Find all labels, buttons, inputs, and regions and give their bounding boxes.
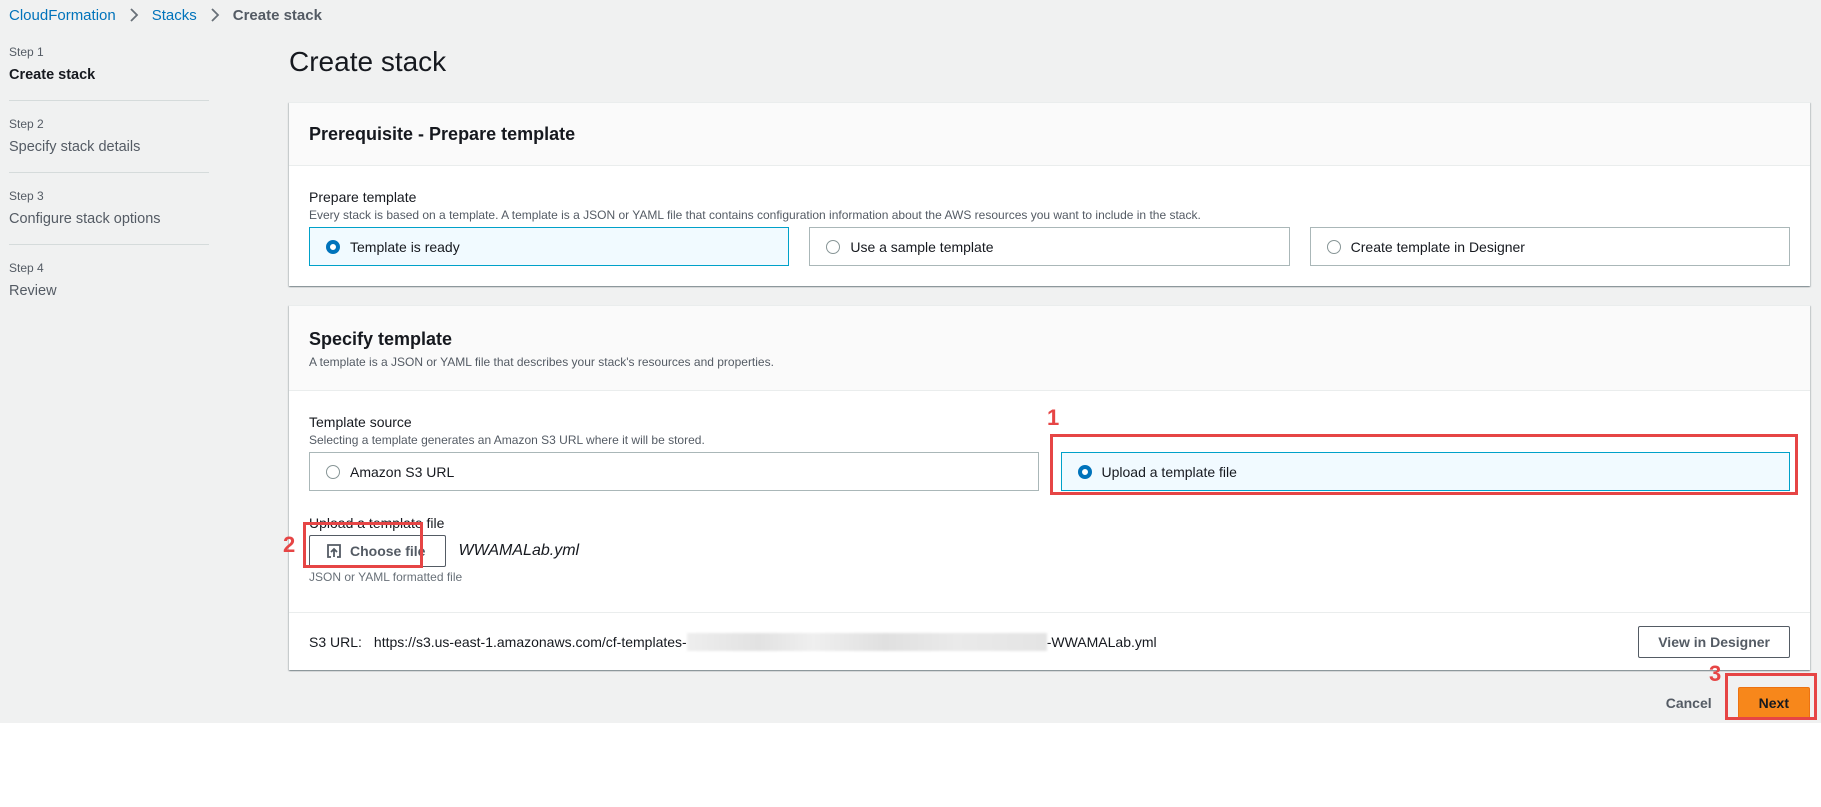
option-label: Amazon S3 URL [350,463,455,480]
specify-template-panel: Specify template A template is a JSON or… [289,305,1810,670]
annotation-number-1: 1 [1047,405,1060,430]
option-create-in-designer[interactable]: Create template in Designer [1309,227,1790,266]
radio-unchecked-icon[interactable] [326,464,340,479]
prerequisite-panel: Prerequisite - Prepare template Prepare … [289,102,1810,286]
s3-url-redacted [686,632,1047,651]
wizard-actions: Cancel Next [289,687,1810,719]
option-label: Upload a template file [1101,463,1237,480]
page-background: CloudFormation Stacks Create stack Step … [0,0,1821,723]
panel-header: Prerequisite - Prepare template [289,103,1810,166]
next-button[interactable]: Next [1737,687,1810,719]
choose-file-button[interactable]: Choose file [309,535,447,567]
upload-area: Upload a template file Choose file WWAMA… [309,514,1790,584]
breadcrumb-current: Create stack [232,6,322,24]
prepare-template-label: Prepare template [309,189,417,205]
page-title: Create stack [289,46,447,77]
s3-url-suffix: -WWAMALab.yml [1046,633,1157,650]
breadcrumb: CloudFormation Stacks Create stack [9,5,322,25]
template-source-options: Amazon S3 URL Upload a template file [309,452,1790,491]
option-label: Use a sample template [850,238,994,255]
step-title: Review [9,283,57,299]
step-title: Create stack [9,67,96,83]
prepare-template-options: Template is ready Use a sample template … [309,227,1790,266]
breadcrumb-stacks[interactable]: Stacks [152,7,197,24]
step-title: Specify stack details [9,139,141,155]
option-upload-template-file[interactable]: Upload a template file [1060,452,1790,491]
panel-body: Prepare template Every stack is based on… [289,166,1810,286]
radio-unchecked-icon[interactable] [826,239,841,254]
step-1[interactable]: Step 1 Create stack [9,44,209,101]
option-sample-template[interactable]: Use a sample template [809,227,1290,266]
annotation-number-3: 3 [1709,661,1722,686]
step-2[interactable]: Step 2 Specify stack details [9,116,209,173]
main-content: Create stack Prerequisite - Prepare temp… [289,44,1810,719]
cancel-button[interactable]: Cancel [1666,695,1712,711]
radio-checked-icon[interactable] [1077,464,1092,479]
panel-header: Specify template A template is a JSON or… [289,306,1810,391]
upload-template-label: Upload a template file [309,515,445,531]
prepare-template-description: Every stack is based on a template. A te… [309,208,1201,222]
s3-url-label: S3 URL: [309,633,362,650]
s3-url-footer: S3 URL: https://s3.us-east-1.amazonaws.c… [289,612,1810,670]
view-in-designer-button[interactable]: View in Designer [1638,625,1790,658]
option-template-ready[interactable]: Template is ready [309,227,790,266]
step-number: Step 1 [9,45,44,59]
step-3[interactable]: Step 3 Configure stack options [9,188,209,245]
wizard-steps: Step 1 Create stack Step 2 Specify stack… [9,44,209,331]
chevron-right-icon [129,8,139,22]
upload-icon [326,543,342,559]
annotation-number-2: 2 [283,532,296,557]
template-source-description: Selecting a template generates an Amazon… [309,433,705,447]
option-amazon-s3-url[interactable]: Amazon S3 URL [309,452,1039,491]
step-title: Configure stack options [9,211,161,227]
breadcrumb-cloudformation[interactable]: CloudFormation [9,7,116,24]
choose-file-label: Choose file [350,543,426,559]
upload-hint: JSON or YAML formatted file [309,570,463,584]
option-label: Template is ready [350,238,460,255]
radio-checked-icon[interactable] [326,239,340,254]
upload-row: Choose file WWAMALab.yml [309,535,1790,567]
radio-unchecked-icon[interactable] [1326,239,1341,254]
s3-url-prefix: https://s3.us-east-1.amazonaws.com/cf-te… [373,633,687,650]
panel-title: Prerequisite - Prepare template [309,124,576,144]
step-number: Step 4 [9,261,44,275]
option-label: Create template in Designer [1350,238,1525,255]
step-4[interactable]: Step 4 Review [9,260,209,316]
panel-title: Specify template [309,329,453,349]
step-number: Step 2 [9,117,44,131]
panel-description: A template is a JSON or YAML file that d… [309,355,774,369]
selected-filename: WWAMALab.yml [458,542,580,559]
chevron-right-icon [210,8,220,22]
s3-url-display: S3 URL: https://s3.us-east-1.amazonaws.c… [309,632,1157,651]
step-number: Step 3 [9,189,44,203]
